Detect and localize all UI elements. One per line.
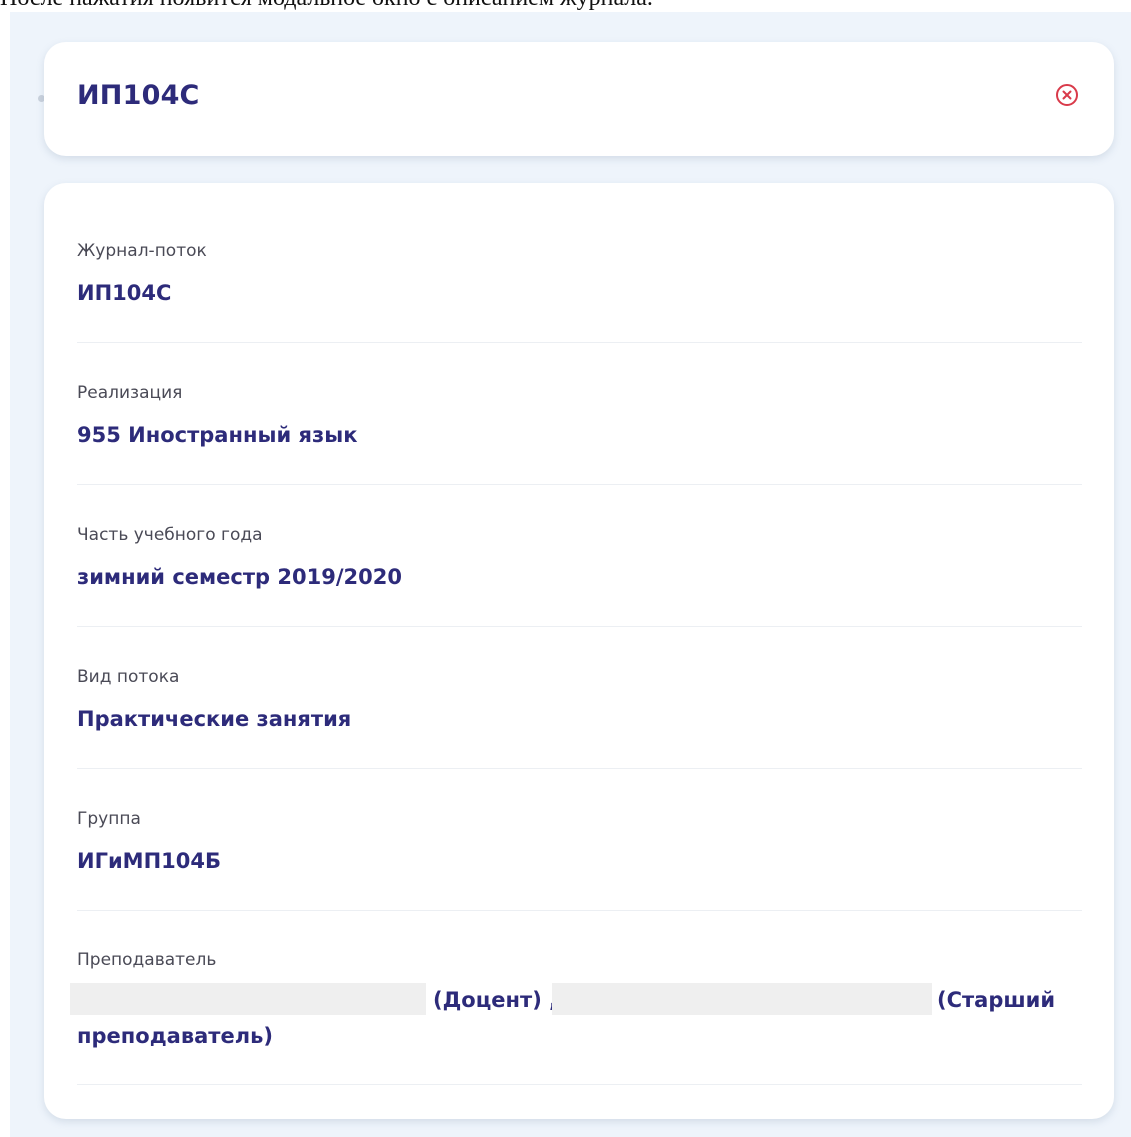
divider	[77, 910, 1082, 911]
close-button[interactable]	[1055, 83, 1079, 107]
field-label: Вид потока	[77, 667, 180, 687]
divider	[77, 484, 1082, 485]
modal-header: ИП104С	[44, 42, 1114, 156]
redacted-name	[552, 983, 932, 1015]
divider	[77, 768, 1082, 769]
field-value: ИГиМП104Б	[77, 849, 221, 873]
field-value: Практические занятия	[77, 707, 352, 731]
teacher-role-continued: преподаватель)	[77, 1024, 273, 1048]
field-value: 955 Иностранный язык	[77, 423, 358, 447]
divider	[77, 1084, 1082, 1085]
field-label: Часть учебного года	[77, 525, 263, 545]
field-term: Часть учебного года зимний семестр 2019/…	[77, 524, 1082, 590]
field-implementation: Реализация 955 Иностранный язык	[77, 382, 1082, 448]
divider	[77, 626, 1082, 627]
field-label: Журнал-поток	[77, 241, 207, 261]
teacher-role: (Старший	[937, 988, 1056, 1012]
field-stream-type: Вид потока Практические занятия	[77, 666, 1082, 732]
teacher-role: (Доцент) ,	[433, 988, 558, 1012]
field-teacher: Преподаватель	[77, 949, 1082, 971]
caption-text: После нажатия появится модальное окно с …	[0, 0, 653, 12]
redacted-name	[70, 983, 426, 1015]
field-group: Группа ИГиМП104Б	[77, 808, 1082, 874]
divider	[77, 342, 1082, 343]
modal-body: Журнал-поток ИП104С Реализация 955 Иност…	[44, 183, 1114, 1119]
field-label: Реализация	[77, 383, 183, 403]
modal-title: ИП104С	[77, 80, 200, 111]
field-value: ИП104С	[77, 281, 172, 305]
field-journal: Журнал-поток ИП104С	[77, 240, 1082, 306]
field-label: Преподаватель	[77, 950, 217, 970]
field-label: Группа	[77, 809, 141, 829]
field-value: зимний семестр 2019/2020	[77, 565, 402, 589]
close-circle-icon	[1056, 84, 1078, 106]
